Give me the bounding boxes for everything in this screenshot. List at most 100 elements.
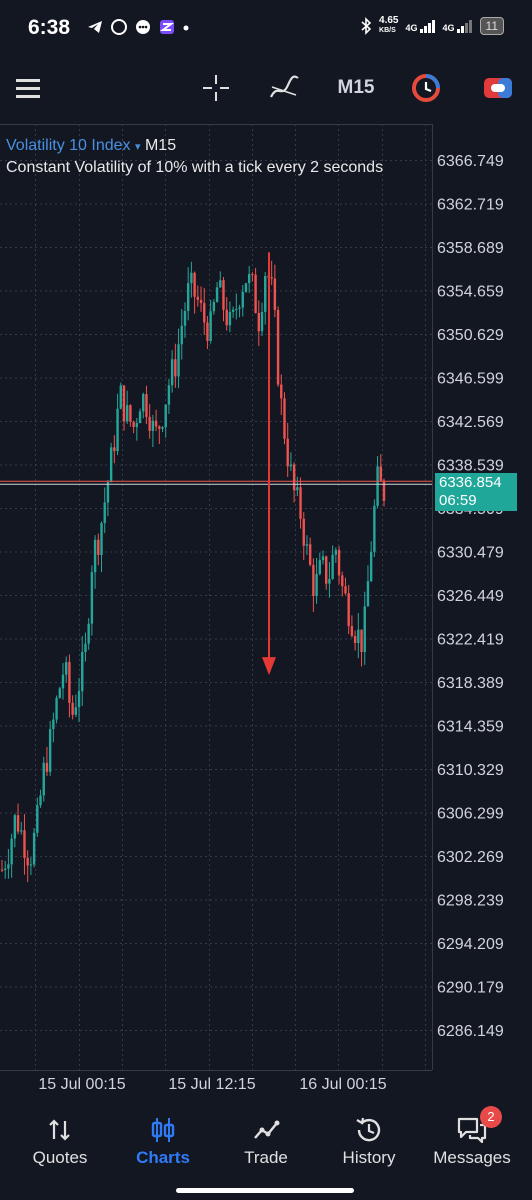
candle-body [289,464,293,467]
candle-body [103,502,106,523]
price-tick-label: 6342.569 [437,414,504,431]
home-indicator[interactable] [176,1188,354,1193]
candle-body [244,283,248,292]
price-tick-label: 6294.209 [437,936,504,953]
menu-button[interactable] [10,70,46,106]
status-time: 6:38 [28,16,71,39]
trade-toggle-button[interactable] [480,70,516,106]
candle-body [212,302,216,312]
signal-2-label: 4G [442,23,455,33]
symbol-dropdown-icon[interactable]: ▾ [135,141,141,153]
candle-body [58,688,61,698]
symbol-header[interactable]: Volatility 10 Index ▾ M15 [6,137,176,155]
candle-body [65,662,68,675]
status-bar: 6:38 4.65 KB/S 4G 4G 11 [0,0,532,58]
chart-panel[interactable]: 6366.749 6362.719 6358.689 6354.659 6350.629… [0,124,532,1100]
candle-body [315,573,318,596]
candle-body [231,309,235,312]
price-tick-label: 6322.419 [437,632,504,649]
candle-body [376,466,379,506]
candle-body [360,629,363,652]
candle-body [206,322,209,341]
current-price-tag: 6336.854 06:59 [435,473,517,511]
candle-body [177,344,180,377]
nav-trade-label: Trade [244,1148,288,1167]
candle-body [312,564,315,596]
nav-messages[interactable]: 2 Messages [420,1106,524,1176]
candle-body [325,556,328,584]
candle-body [260,311,264,332]
candle-body [302,518,305,546]
price-tick-label: 6286.149 [437,1023,504,1040]
nav-quotes[interactable]: Quotes [8,1112,112,1176]
candle-body [109,447,113,483]
candle-body [190,272,193,284]
candle-body [366,581,370,607]
candles [0,252,432,882]
trade-line-icon [254,1120,280,1139]
candlestick-chart[interactable]: 6366.749 6362.719 6358.689 6354.659 6350.629… [0,124,532,1100]
price-tick-label: 6326.449 [437,588,504,605]
nav-trade[interactable]: Trade [214,1112,318,1176]
candle-body [106,482,110,503]
candle-body [299,487,302,519]
candle-body [292,464,296,491]
candle-body [257,312,261,332]
candle-body [77,691,81,708]
charts-candles-icon [151,1118,175,1142]
messages-badge: 2 [480,1106,502,1128]
candle-body [145,394,148,417]
dot-icon [183,25,189,31]
candle-body [199,299,203,304]
candle-body [48,729,52,772]
candle-body [164,404,167,428]
price-tick-label: 6338.539 [437,458,504,475]
candle-body [363,606,366,652]
candle-body [369,551,373,582]
price-tick-label: 6306.299 [437,806,504,823]
net-speed-value: 4.65 [379,15,399,26]
candle-body [81,652,84,692]
candle-body [215,287,219,303]
telegram-icon [88,21,102,33]
net-speed: 4.65 KB/S [379,16,398,36]
price-tick-label: 6318.389 [437,675,504,692]
candle-body [151,420,155,431]
candle-body [129,405,132,422]
symbol-name[interactable]: Volatility 10 Index [6,137,131,154]
candle-body [93,539,97,573]
candle-body [45,762,49,772]
price-tick-label: 6366.749 [437,153,504,170]
candle-body [276,309,280,385]
quotes-arrows-icon [49,1119,70,1141]
time-axis: 15 Jul 00:15 15 Jul 12:15 16 Jul 00:15 [38,1076,386,1093]
candle-body [13,815,17,839]
indicators-button[interactable] [266,70,302,106]
candle-body [334,550,338,555]
candle-body [100,522,103,556]
candle-body [154,420,158,427]
candle-body [193,272,196,297]
trade-toggle-icon [484,78,512,98]
signal-bars-icon [456,20,472,33]
candle-body [328,578,331,584]
candle-body [55,697,58,720]
signal-1-label: 4G [405,23,418,33]
nav-charts[interactable]: Charts [111,1112,215,1176]
nav-quotes-label: Quotes [32,1148,88,1167]
clock-button[interactable] [408,70,444,106]
crosshair-button[interactable] [198,70,234,106]
candle-body [353,635,357,644]
price-tick-label: 6362.719 [437,197,504,214]
nav-messages-label: Messages [433,1148,511,1167]
candle-body [357,629,360,644]
hamburger-icon [16,79,40,98]
price-tick-label: 6290.179 [437,980,504,997]
timeframe-button[interactable]: M15 [332,70,380,106]
candle-body [350,626,354,636]
chart-toolbar: M15 [0,58,532,122]
nav-history[interactable]: History [317,1112,421,1176]
candle-body [16,815,20,832]
candle-body [20,830,23,832]
time-tick-label: 16 Jul 00:15 [299,1076,386,1093]
